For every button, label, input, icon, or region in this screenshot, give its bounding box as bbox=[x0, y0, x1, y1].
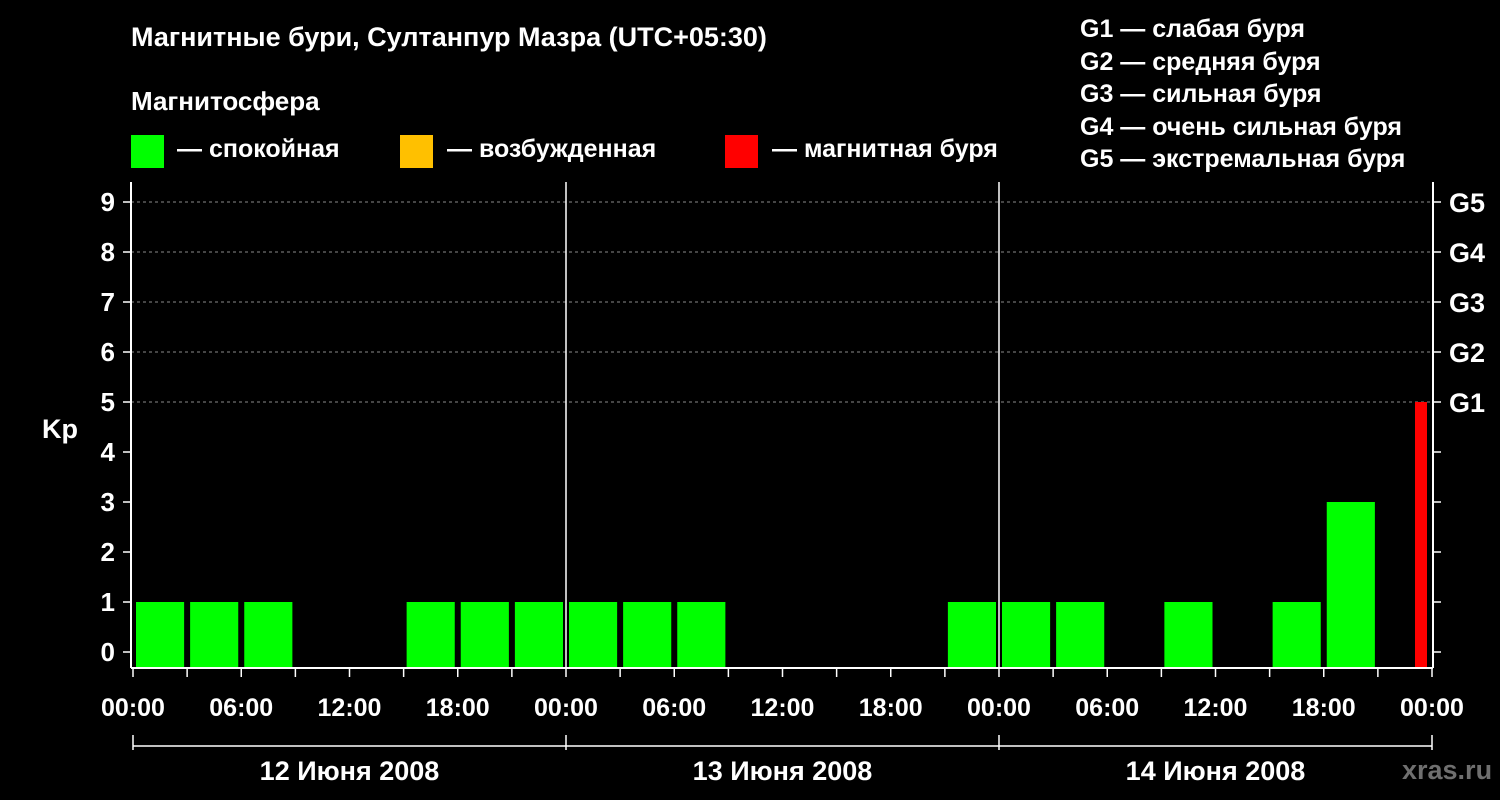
watermark: xras.ru bbox=[1402, 755, 1493, 785]
y-tick-label: 1 bbox=[101, 587, 115, 617]
x-tick-label: 00:00 bbox=[1400, 694, 1464, 722]
y-tick-label: 8 bbox=[101, 237, 115, 267]
y-tick-label: 3 bbox=[101, 487, 115, 517]
day-label: 13 Июня 2008 bbox=[693, 756, 873, 786]
y-tick-label: 0 bbox=[101, 637, 115, 667]
y-tick-label: 9 bbox=[101, 187, 115, 217]
kp-bar bbox=[947, 602, 996, 668]
x-tick-label: 12:00 bbox=[318, 694, 382, 722]
kp-bar bbox=[1002, 602, 1051, 668]
x-tick-label: 18:00 bbox=[426, 694, 490, 722]
x-tick-label: 18:00 bbox=[859, 694, 923, 722]
day-label: 14 Июня 2008 bbox=[1126, 756, 1306, 786]
g-level-label: G5 bbox=[1449, 188, 1485, 218]
x-tick-label: 12:00 bbox=[1184, 694, 1248, 722]
x-tick-label: 00:00 bbox=[101, 694, 165, 722]
x-tick-label: 06:00 bbox=[1075, 694, 1139, 722]
x-tick-label: 06:00 bbox=[642, 694, 706, 722]
kp-bar bbox=[244, 602, 293, 668]
x-tick-label: 00:00 bbox=[534, 694, 598, 722]
kp-bar bbox=[406, 602, 455, 668]
y-axis-label: Kp bbox=[42, 414, 78, 444]
kp-chart: 0 1 2 3 4 5 6 7 8 9 G1 G2 G3 G4 G5 Kp 00:00 06:00 12:00 18:… bbox=[42, 182, 1485, 786]
kp-bar bbox=[1326, 502, 1375, 668]
g-level-label: G2 bbox=[1449, 338, 1485, 368]
y-tick-label: 4 bbox=[101, 437, 116, 467]
kp-bar bbox=[1272, 602, 1321, 668]
kp-bar bbox=[136, 602, 185, 668]
kp-bar bbox=[1415, 402, 1427, 668]
x-tick-label: 18:00 bbox=[1292, 694, 1356, 722]
x-tick-label: 00:00 bbox=[967, 694, 1031, 722]
kp-bar bbox=[1164, 602, 1213, 668]
kp-bar bbox=[514, 602, 563, 668]
y-tick-label: 2 bbox=[101, 537, 115, 567]
x-tick-label: 12:00 bbox=[751, 694, 815, 722]
y-tick-label: 6 bbox=[101, 337, 115, 367]
g-level-label: G4 bbox=[1449, 238, 1485, 268]
x-tick-label: 06:00 bbox=[209, 694, 273, 722]
kp-bar bbox=[677, 602, 726, 668]
kp-bar bbox=[190, 602, 239, 668]
g-level-label: G3 bbox=[1449, 288, 1485, 318]
kp-bar bbox=[623, 602, 672, 668]
kp-bar bbox=[1056, 602, 1105, 668]
y-tick-label: 7 bbox=[101, 287, 115, 317]
y-tick-label: 5 bbox=[101, 387, 115, 417]
g-level-label: G1 bbox=[1449, 388, 1485, 418]
day-label: 12 Июня 2008 bbox=[260, 756, 440, 786]
kp-bar bbox=[460, 602, 509, 668]
kp-bar bbox=[569, 602, 618, 668]
